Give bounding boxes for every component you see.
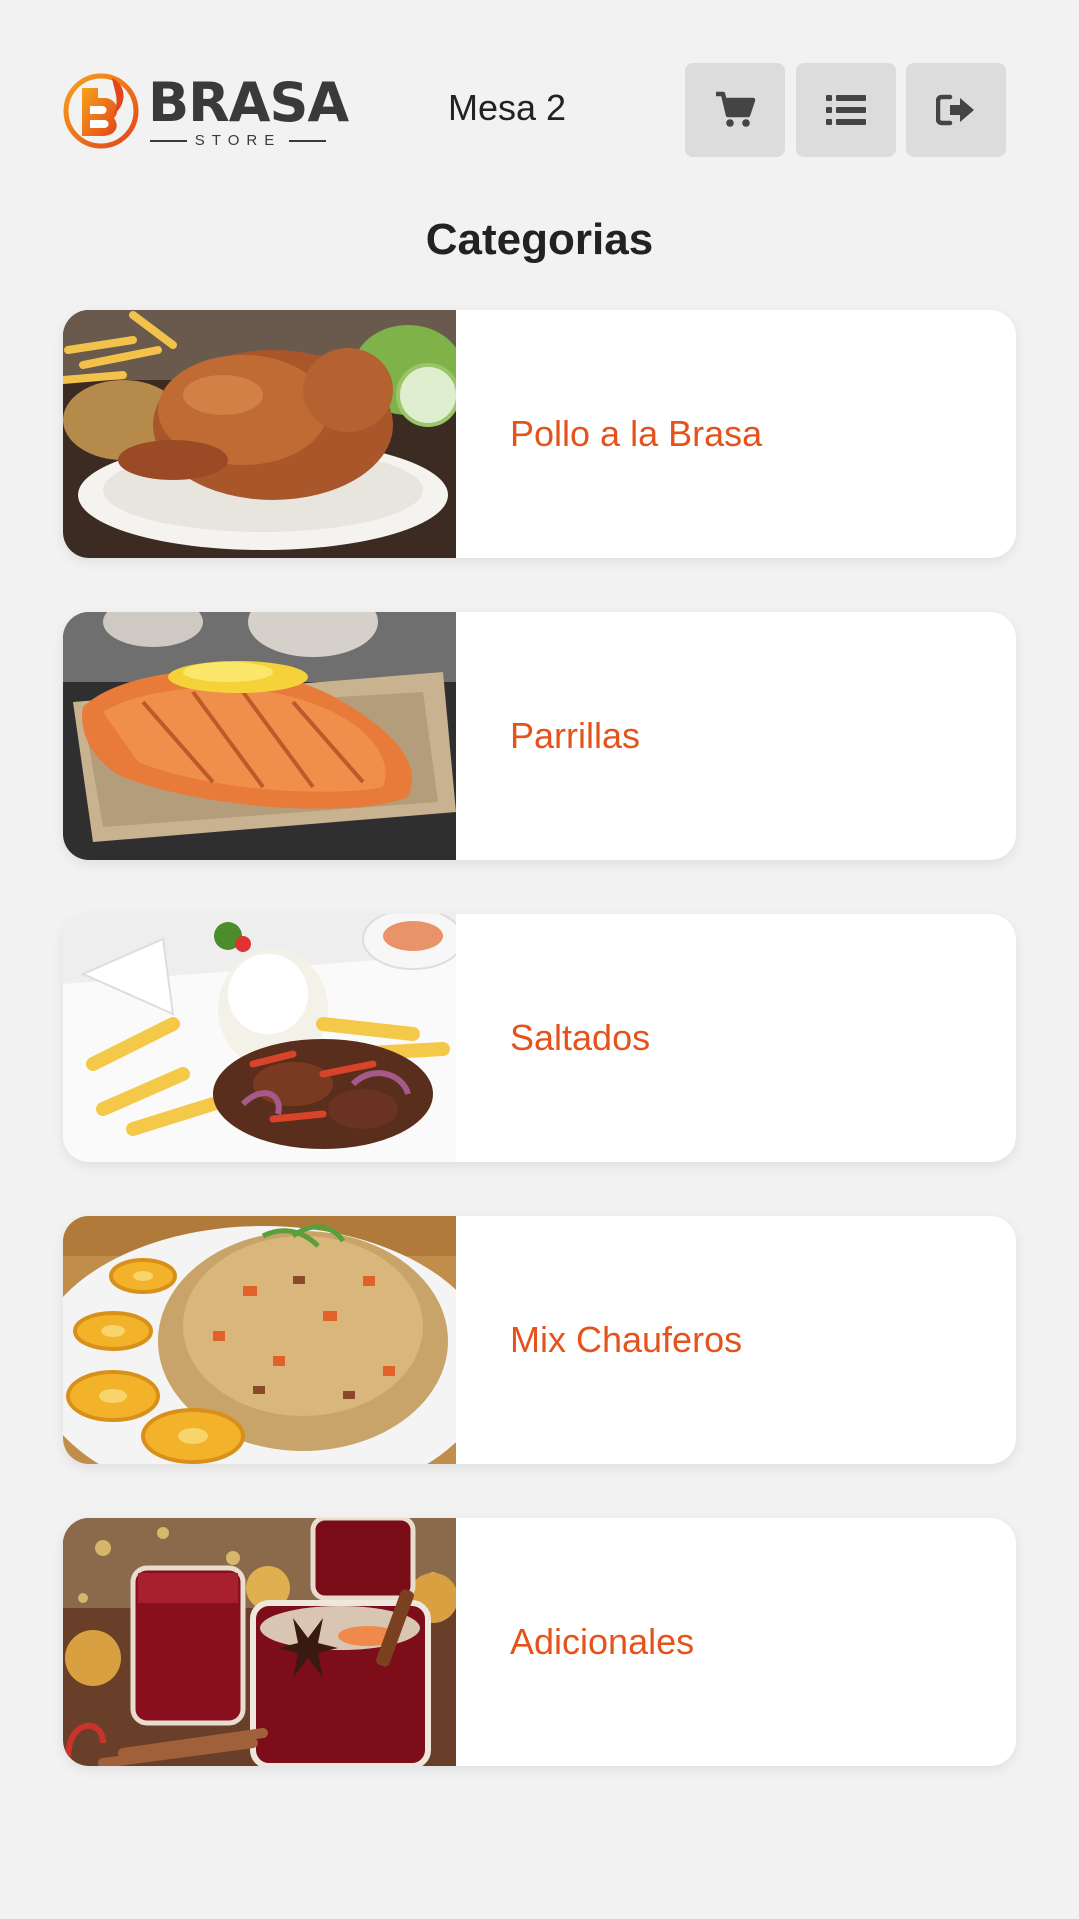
category-label: Parrillas <box>394 612 1016 860</box>
category-card-pollo-a-la-brasa[interactable]: Pollo a la Brasa <box>63 310 1016 558</box>
category-label-text: Adicionales <box>510 1621 695 1662</box>
logo-subtitle: STORE <box>150 132 326 149</box>
category-label-text: Parrillas <box>510 715 641 756</box>
brasa-store-logo[interactable]: BRASA STORE <box>62 70 349 152</box>
logo-divider <box>150 139 187 142</box>
category-label: Mix Chauferos <box>394 1216 1016 1464</box>
category-card-adicionales[interactable]: Adicionales <box>63 1518 1016 1766</box>
list-icon <box>826 95 866 125</box>
logo-subtitle-text: STORE <box>194 132 282 149</box>
logo-mark-icon <box>63 73 139 149</box>
table-label: Mesa 2 <box>448 87 567 128</box>
category-card-saltados[interactable]: Saltados <box>63 914 1016 1162</box>
logo-divider <box>289 139 326 142</box>
category-label-text: Mix Chauferos <box>510 1319 743 1360</box>
app-root: BRASA STORE Mesa 2 Categorias Pollo a la… <box>0 0 1079 1919</box>
category-card-mix-chauferos[interactable]: Mix Chauferos <box>63 1216 1016 1464</box>
orders-list-button[interactable] <box>796 63 896 157</box>
category-label: Pollo a la Brasa <box>394 310 1016 558</box>
roast-chicken-image <box>63 310 456 558</box>
sign-out-icon <box>936 94 974 126</box>
cart-button[interactable] <box>685 63 785 157</box>
category-label: Adicionales <box>394 1518 1016 1766</box>
grilled-salmon-image <box>63 612 456 860</box>
category-label-text: Saltados <box>510 1017 651 1058</box>
category-card-parrillas[interactable]: Parrillas <box>63 612 1016 860</box>
mulled-wine-drinks-image <box>63 1518 456 1766</box>
logo-wordmark: BRASA <box>148 71 349 134</box>
top-header: BRASA STORE Mesa 2 <box>0 0 1079 180</box>
category-label-text: Pollo a la Brasa <box>510 413 763 454</box>
fried-rice-image <box>63 1216 456 1464</box>
category-label: Saltados <box>394 914 1016 1162</box>
logout-button[interactable] <box>906 63 1006 157</box>
page-title: Categorias <box>425 215 654 264</box>
shopping-cart-icon <box>716 91 756 127</box>
lomo-saltado-image <box>63 914 456 1162</box>
